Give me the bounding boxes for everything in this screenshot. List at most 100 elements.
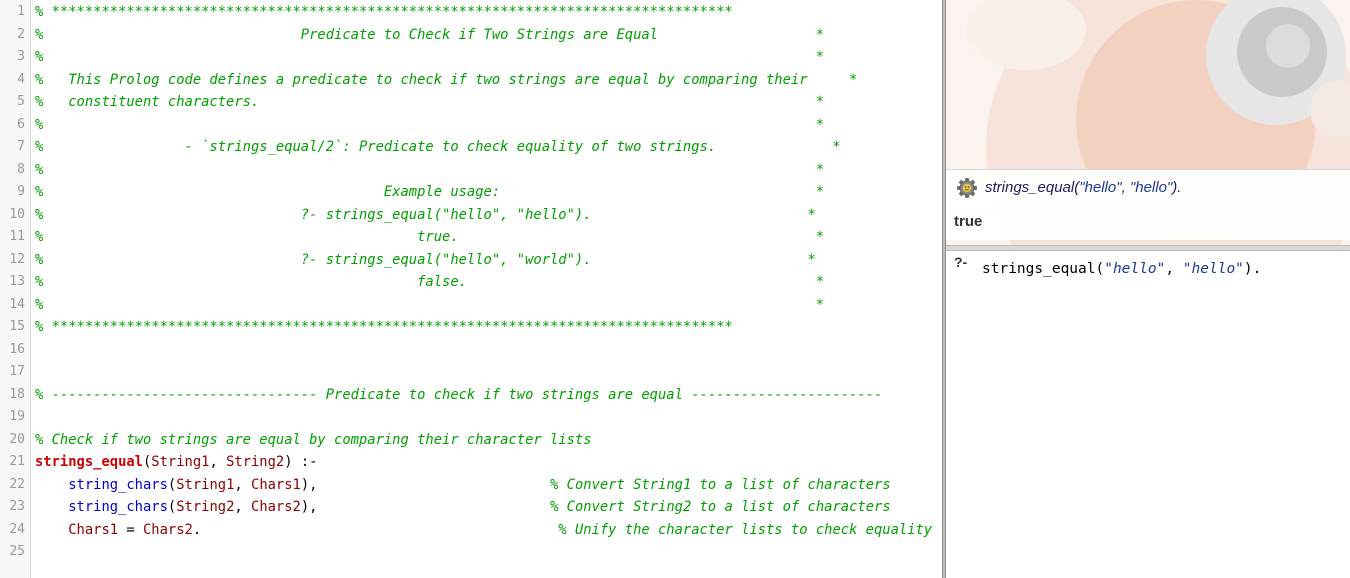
line-number: 18 xyxy=(9,386,25,402)
query-prompt: ?- xyxy=(954,254,968,270)
code-token: Chars2 xyxy=(143,521,193,538)
code-token: ), xyxy=(300,499,551,515)
code-token: % * xyxy=(35,296,825,313)
code-token: . xyxy=(192,521,559,538)
line-code: % * xyxy=(35,46,824,68)
code-token: ( xyxy=(167,499,177,515)
code-token: Chars1 xyxy=(251,476,301,493)
line-number: 2 xyxy=(17,26,25,42)
query-end: ). xyxy=(1172,179,1182,196)
line-code: % ?- strings_equal("hello", "hello"). * xyxy=(35,204,816,226)
line-code: % **************************************… xyxy=(35,1,733,23)
code-token: % * xyxy=(35,49,825,65)
code-token: String2 xyxy=(226,454,285,470)
code-token: % ?- strings_equal("hello", "world"). * xyxy=(35,251,816,268)
code-token: String1 xyxy=(151,454,210,470)
line-code: Chars1 = Chars2. % Unify the character l… xyxy=(35,519,932,541)
code-token: % Convert String2 to a list of character… xyxy=(550,499,891,515)
code-token: ), xyxy=(300,476,551,493)
input-predicate: strings_equal( xyxy=(982,261,1105,277)
code-editor[interactable]: 1 % *************************************… xyxy=(0,0,942,578)
code-token: % true. * xyxy=(35,229,825,245)
code-token: string_chars xyxy=(68,476,168,493)
line-code: % true. * xyxy=(35,226,824,248)
code-token: % **************************************… xyxy=(35,319,733,335)
input-argument-2: "hello" xyxy=(1182,261,1244,277)
query-input[interactable]: strings_equal("hello", "hello"). xyxy=(982,261,1261,277)
line-code: % -------------------------------- Predi… xyxy=(35,384,882,406)
query-editor[interactable]: ?- strings_equal("hello", "hello"). xyxy=(946,251,1350,578)
line-code: % ?- strings_equal("hello", "world"). * xyxy=(35,249,816,271)
line-number: 9 xyxy=(17,184,25,199)
line-number: 22 xyxy=(9,476,25,492)
line-code: % * xyxy=(35,294,824,316)
line-number: 10 xyxy=(9,206,25,222)
query-argument-2: "hello" xyxy=(1129,179,1173,196)
code-token: % false. * xyxy=(35,274,825,290)
line-code: % false. * xyxy=(35,271,824,293)
code-token: % This Prolog code defines a predicate t… xyxy=(35,71,858,88)
code-token: String1 xyxy=(176,476,235,493)
line-number: 20 xyxy=(9,431,25,447)
code-token: % Unify the character lists to check equ… xyxy=(558,521,933,538)
code-token: % constituent characters. * xyxy=(35,94,825,110)
code-token: ) :- xyxy=(284,454,318,470)
line-code: % * xyxy=(35,114,824,136)
line-number: 16 xyxy=(9,341,25,357)
line-number: 1 xyxy=(17,4,25,19)
code-token: % Predicate to Check if Two Strings are … xyxy=(35,26,825,43)
code-token: ( xyxy=(167,476,177,493)
line-code: % - `strings_equal/2`: Predicate to chec… xyxy=(35,136,841,158)
line-number: 24 xyxy=(9,521,25,537)
line-number: 13 xyxy=(9,274,25,289)
line-code: string_chars(String1, Chars1), % Convert… xyxy=(35,474,891,496)
code-token: % ?- strings_equal("hello", "hello"). * xyxy=(35,206,816,223)
line-code: strings_equal(String1, String2) :- xyxy=(35,451,317,473)
line-number: 11 xyxy=(9,229,25,244)
line-number: 19 xyxy=(9,409,25,424)
code-token: Chars1 xyxy=(68,521,119,538)
line-code: % constituent characters. * xyxy=(35,91,824,113)
line-code: % * xyxy=(35,159,824,181)
query-predicate: strings_equal( xyxy=(985,179,1080,196)
line-code: % This Prolog code defines a predicate t… xyxy=(35,69,857,91)
gear-icon xyxy=(957,178,977,198)
code-token: % **************************************… xyxy=(35,4,733,20)
line-number: 21 xyxy=(9,454,25,469)
line-number: 3 xyxy=(17,49,25,64)
input-end: ). xyxy=(1243,261,1262,277)
line-number: 4 xyxy=(17,71,25,87)
code-token: , xyxy=(234,499,252,515)
code-token: Chars2 xyxy=(251,499,301,515)
line-number: 12 xyxy=(9,251,25,267)
code-token: % -------------------------------- Predi… xyxy=(35,386,883,403)
code-token: String2 xyxy=(176,499,235,515)
code-token: , xyxy=(234,476,252,493)
code-token: % Example usage: * xyxy=(35,184,825,200)
query-answer: true xyxy=(946,208,1350,240)
query-text: strings_equal("hello", "hello"). xyxy=(985,179,1181,196)
code-token: % * xyxy=(35,161,825,178)
line-number: 17 xyxy=(9,364,25,379)
line-code: % Check if two strings are equal by comp… xyxy=(35,429,592,451)
code-token: = xyxy=(118,521,143,538)
line-code: % Predicate to Check if Two Strings are … xyxy=(35,24,824,46)
code-token: % - `strings_equal/2`: Predicate to chec… xyxy=(35,139,841,155)
line-number: 5 xyxy=(17,94,25,109)
code-token: % Check if two strings are equal by comp… xyxy=(35,431,592,448)
line-number: 23 xyxy=(9,499,25,514)
code-token: % Convert String1 to a list of character… xyxy=(550,476,891,493)
query-header[interactable]: strings_equal("hello", "hello"). xyxy=(946,169,1350,209)
input-separator: , xyxy=(1165,261,1183,277)
answer-text: true xyxy=(954,213,983,230)
line-number: 14 xyxy=(9,296,25,312)
line-number: 15 xyxy=(9,319,25,334)
query-runner-pane: strings_equal("hello", "hello"). true ?-… xyxy=(946,0,1350,578)
input-argument-1: "hello" xyxy=(1104,261,1166,277)
code-token: , xyxy=(209,454,227,470)
query-argument-1: "hello" xyxy=(1079,179,1122,196)
code-token: % * xyxy=(35,116,825,133)
